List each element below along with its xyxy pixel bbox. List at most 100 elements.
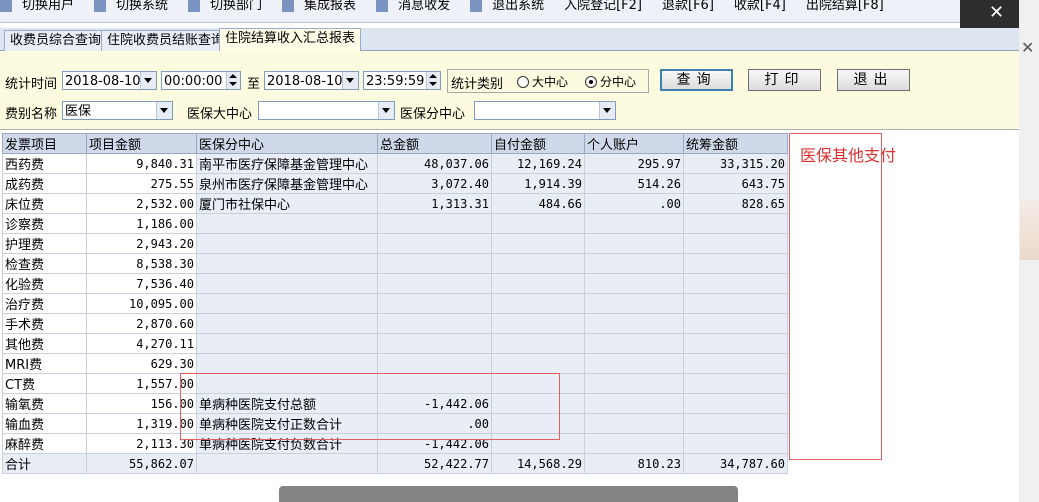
table-total-row[interactable]: 合计 55,862.07 52,422.77 14,568.29 810.23 34,78… (2, 453, 788, 474)
table-cell[interactable] (584, 293, 684, 314)
table-cell[interactable] (683, 233, 788, 254)
center-select[interactable] (258, 101, 395, 120)
table-cell[interactable]: 其他费 (2, 333, 87, 354)
table-cell[interactable]: .00 (377, 413, 492, 434)
table-cell[interactable] (377, 253, 492, 274)
table-cell[interactable] (196, 373, 378, 394)
table-cell[interactable] (491, 253, 585, 274)
table-cell[interactable]: 泉州市医疗保障基金管理中心 (196, 173, 378, 194)
table-row[interactable]: 手术费 2,870.60 (2, 313, 788, 334)
table-cell[interactable] (584, 433, 684, 454)
chevron-down-icon[interactable] (378, 102, 394, 119)
table-cell[interactable]: 检查费 (2, 253, 87, 274)
menu-item[interactable]: 集成报表 (282, 0, 366, 13)
table-row[interactable]: 床位费 2,532.00 厦门市社保中心 1,313.31 484.66.00 828.6… (2, 193, 788, 214)
table-cell[interactable] (683, 213, 788, 234)
table-row[interactable]: 检查费 8,538.30 (2, 253, 788, 274)
table-cell[interactable]: 西药费 (2, 153, 87, 174)
menu-item[interactable]: 出院结算[F8] (806, 0, 894, 13)
table-cell[interactable]: 护理费 (2, 233, 87, 254)
chevron-down-icon[interactable] (342, 72, 358, 89)
query-button[interactable]: 查询 (660, 69, 733, 91)
table-cell[interactable]: 2,943.20 (86, 233, 197, 254)
table-cell[interactable] (377, 293, 492, 314)
table-cell[interactable] (377, 273, 492, 294)
table-cell[interactable] (683, 273, 788, 294)
table-cell[interactable]: 484.66 (491, 193, 585, 214)
table-cell[interactable] (683, 313, 788, 334)
table-cell[interactable]: 295.97 (584, 153, 684, 174)
table-cell[interactable] (377, 353, 492, 374)
header-personal-account[interactable]: 个人账户 (584, 133, 684, 154)
table-cell[interactable] (584, 313, 684, 334)
table-row[interactable]: 化验费 7,536.40 (2, 273, 788, 294)
table-cell[interactable] (196, 293, 378, 314)
table-cell[interactable]: 化验费 (2, 273, 87, 294)
table-cell[interactable]: 2,870.60 (86, 313, 197, 334)
chevron-down-icon[interactable] (140, 72, 156, 89)
table-cell[interactable] (683, 393, 788, 414)
total-cell[interactable]: 合计 (2, 453, 87, 474)
menu-item[interactable]: 退出系统 (470, 0, 554, 13)
table-cell[interactable]: 输血费 (2, 413, 87, 434)
table-cell[interactable] (683, 413, 788, 434)
table-cell[interactable]: 治疗费 (2, 293, 87, 314)
spinner-icon[interactable] (226, 72, 240, 89)
table-cell[interactable]: 10,095.00 (86, 293, 197, 314)
tab-cashier-query[interactable]: 收费员综合查询 (4, 30, 108, 51)
table-cell[interactable]: CT费 (2, 373, 87, 394)
table-row[interactable]: 治疗费 10,095.00 (2, 293, 788, 314)
menu-item[interactable]: 收款[F4] (734, 0, 796, 13)
table-cell[interactable] (196, 273, 378, 294)
table-cell[interactable]: 床位费 (2, 193, 87, 214)
table-row[interactable]: 西药费 9,840.31 南平市医疗保障基金管理中心 48,037.06 12,169.… (2, 153, 788, 174)
table-cell[interactable]: 1,557.00 (86, 373, 197, 394)
exit-button[interactable]: 退出 (837, 69, 910, 91)
menu-item[interactable]: 退款[F6] (662, 0, 724, 13)
table-cell[interactable]: 2,113.30 (86, 433, 197, 454)
radio-sub-center[interactable] (585, 76, 597, 88)
start-date-picker[interactable]: 2018-08-10 (62, 71, 157, 90)
table-cell[interactable]: 单病种医院支付正数合计 (196, 413, 378, 434)
table-cell[interactable] (196, 253, 378, 274)
chevron-down-icon[interactable] (599, 102, 615, 119)
table-cell[interactable] (491, 433, 585, 454)
tab-inpatient-cashier-query[interactable]: 住院收费员结账查询 (101, 30, 231, 51)
table-cell[interactable]: 48,037.06 (377, 153, 492, 174)
table-cell[interactable] (584, 213, 684, 234)
table-cell[interactable] (491, 373, 585, 394)
table-cell[interactable] (584, 413, 684, 434)
table-cell[interactable]: 1,914.39 (491, 173, 585, 194)
menu-item[interactable]: 切换系统 (94, 0, 178, 13)
table-cell[interactable] (491, 273, 585, 294)
header-subcenter[interactable]: 医保分中心 (196, 133, 378, 154)
header-item-amount[interactable]: 项目金额 (86, 133, 197, 154)
spinner-icon[interactable] (426, 72, 440, 89)
table-cell[interactable] (377, 233, 492, 254)
table-cell[interactable] (196, 353, 378, 374)
table-cell[interactable]: 12,169.24 (491, 153, 585, 174)
table-cell[interactable] (196, 313, 378, 334)
table-cell[interactable] (491, 293, 585, 314)
table-cell[interactable] (491, 393, 585, 414)
table-cell[interactable] (584, 233, 684, 254)
subcenter-select[interactable] (474, 101, 616, 120)
table-cell[interactable] (683, 373, 788, 394)
print-button[interactable]: 打印 (748, 69, 821, 91)
table-cell[interactable] (196, 333, 378, 354)
close-icon[interactable]: ✕ (1021, 38, 1034, 57)
total-cell[interactable]: 810.23 (584, 453, 684, 474)
menu-item[interactable]: 入院登记[F2] (564, 0, 652, 13)
table-cell[interactable] (491, 313, 585, 334)
header-total-amount[interactable]: 总金额 (377, 133, 492, 154)
table-cell[interactable] (683, 293, 788, 314)
table-cell[interactable] (584, 393, 684, 414)
menu-item[interactable]: 切换部门 (188, 0, 272, 13)
table-cell[interactable]: 156.00 (86, 393, 197, 414)
table-cell[interactable] (377, 333, 492, 354)
table-cell[interactable]: 诊察费 (2, 213, 87, 234)
table-cell[interactable]: 629.30 (86, 353, 197, 374)
table-cell[interactable]: 514.26 (584, 173, 684, 194)
table-row[interactable]: MRI费 629.30 (2, 353, 788, 374)
close-icon[interactable]: ✕ (989, 4, 1004, 22)
